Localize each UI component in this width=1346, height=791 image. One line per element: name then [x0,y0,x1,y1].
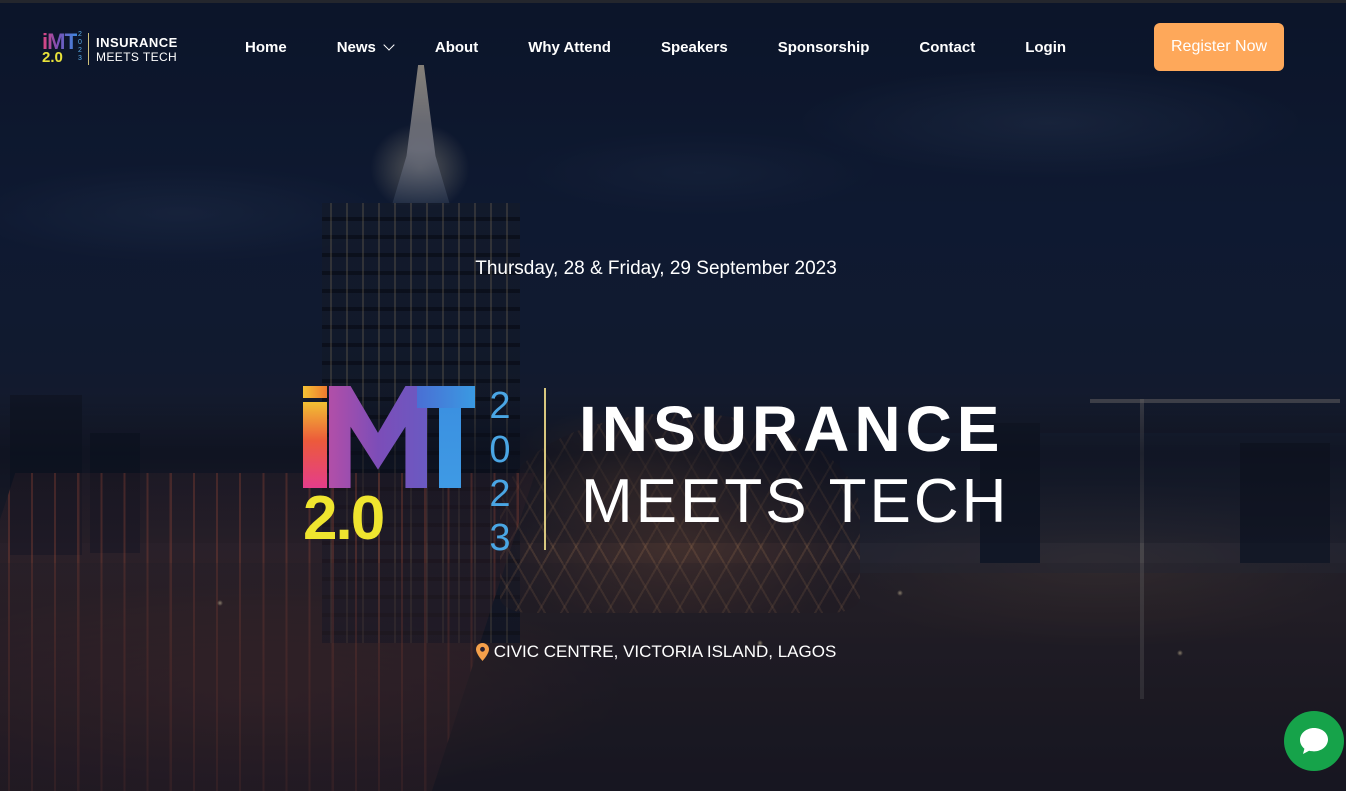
logo-text-line2: MEETS TECH [96,50,178,64]
event-location-text: CIVIC CENTRE, VICTORIA ISLAND, LAGOS [493,642,837,661]
logo-m-letter [329,386,427,488]
event-date: Thursday, 28 & Friday, 29 September 2023 [475,258,837,279]
logo-i-dot [303,386,327,398]
event-logo: 2.0 2 0 2 3 INSURANCE MEETS TECH [303,384,1033,559]
nav-link-why-attend[interactable]: Why Attend [528,39,611,56]
chat-widget-button[interactable] [1284,711,1344,771]
logo-i-stem [303,402,327,488]
register-now-button[interactable]: Register Now [1154,23,1284,71]
chat-bubble-icon [1300,728,1328,754]
site-logo[interactable]: iMT 2.0 2 0 2 3 INSURANCE MEETS TECH [42,31,192,69]
event-logo-title-line2: MEETS TECH [581,467,1010,536]
nav-link-login[interactable]: Login [1025,39,1066,56]
nav-link-about[interactable]: About [435,39,478,56]
nav-link-home[interactable]: Home [245,39,287,56]
map-pin-icon [475,643,489,661]
nav-link-news[interactable]: News [337,39,395,56]
nav-links: Home News About Why Attend Speakers Spon… [220,37,1066,57]
event-location: CIVIC CENTRE, VICTORIA ISLAND, LAGOS [0,642,1312,662]
event-logo-title-line1: INSURANCE [579,393,1005,465]
logo-mark-year: 2 0 2 3 [78,31,82,62]
event-logo-year: 2 0 2 3 [489,385,511,559]
top-navigation: iMT 2.0 2 0 2 3 INSURANCE MEETS TECH Hom… [0,3,1346,91]
event-logo-version: 2.0 [303,484,385,553]
nav-link-contact[interactable]: Contact [919,39,975,56]
nav-link-speakers[interactable]: Speakers [661,39,728,56]
nav-link-sponsorship[interactable]: Sponsorship [778,39,870,56]
logo-t-bar [417,386,475,408]
logo-mark-version: 2.0 [42,49,63,66]
chevron-down-icon [383,39,395,51]
logo-divider [88,33,89,65]
logo-text-line1: INSURANCE [96,35,178,50]
event-logo-divider [544,388,546,550]
